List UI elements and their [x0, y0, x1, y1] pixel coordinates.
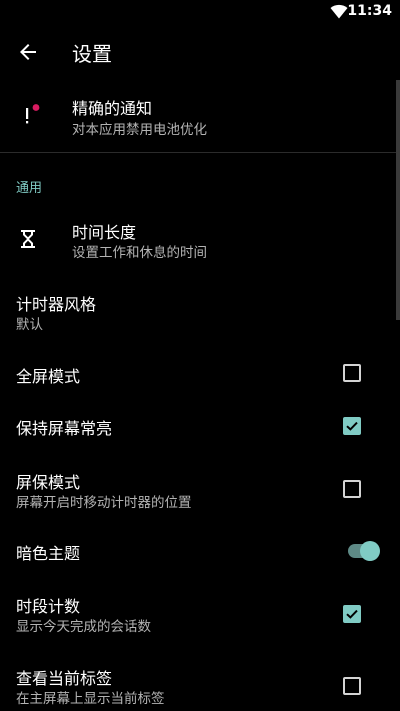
pref-timer-style[interactable]: 计时器风格 默认	[0, 284, 400, 340]
session-count-checkbox[interactable]	[343, 605, 361, 623]
fullscreen-checkbox[interactable]	[343, 364, 361, 382]
dark-theme-switch[interactable]	[344, 539, 382, 563]
page-title: 设置	[72, 42, 112, 66]
pref-title: 保持屏幕常亮	[16, 419, 113, 438]
screensaver-checkbox[interactable]	[343, 480, 361, 498]
pref-current-label[interactable]: 查看当前标签 在主屏幕上显示当前标签	[0, 657, 400, 711]
pref-title: 计时器风格	[16, 295, 97, 314]
pref-title: 屏保模式	[16, 473, 81, 492]
pref-summary: 对本应用禁用电池优化	[72, 122, 207, 138]
pref-session-count[interactable]: 时段计数 显示今天完成的会话数	[0, 585, 400, 641]
scrollbar[interactable]	[396, 80, 400, 320]
keep-screen-on-checkbox[interactable]	[343, 417, 361, 435]
pref-title: 时间长度	[72, 223, 137, 242]
pref-duration[interactable]: 时间长度 设置工作和休息的时间	[0, 212, 400, 268]
pref-dark-theme[interactable]: 暗色主题	[0, 530, 400, 574]
pref-summary: 默认	[16, 317, 43, 333]
pref-exact-notification[interactable]: 精确的通知 对本应用禁用电池优化	[0, 88, 400, 144]
switch-thumb	[360, 541, 380, 561]
checkmark-icon	[346, 421, 358, 431]
back-arrow-icon[interactable]	[16, 40, 40, 64]
pref-title: 时段计数	[16, 597, 81, 616]
pref-title: 精确的通知	[72, 99, 153, 118]
pref-title: 查看当前标签	[16, 669, 113, 688]
status-bar: 11:34	[0, 0, 400, 24]
pref-title: 暗色主题	[16, 544, 81, 563]
pref-summary: 显示今天完成的会话数	[16, 619, 151, 635]
hourglass-icon	[16, 227, 40, 251]
pref-fullscreen[interactable]: 全屏模式	[0, 352, 400, 396]
category-title: 通用	[16, 181, 43, 196]
app-bar: 设置	[0, 24, 400, 80]
wifi-icon	[330, 4, 348, 19]
pref-summary: 在主屏幕上显示当前标签	[16, 691, 165, 707]
pref-summary: 屏幕开启时移动计时器的位置	[16, 495, 192, 511]
pref-keep-screen-on[interactable]: 保持屏幕常亮	[0, 404, 400, 448]
pref-title: 全屏模式	[16, 367, 81, 386]
pref-summary: 设置工作和休息的时间	[72, 245, 207, 261]
pref-screensaver[interactable]: 屏保模式 屏幕开启时移动计时器的位置	[0, 462, 400, 518]
checkmark-icon	[346, 609, 358, 619]
divider	[0, 152, 400, 153]
notification-alert-icon	[16, 104, 40, 128]
current-label-checkbox[interactable]	[343, 677, 361, 695]
status-time: 11:34	[347, 3, 392, 19]
